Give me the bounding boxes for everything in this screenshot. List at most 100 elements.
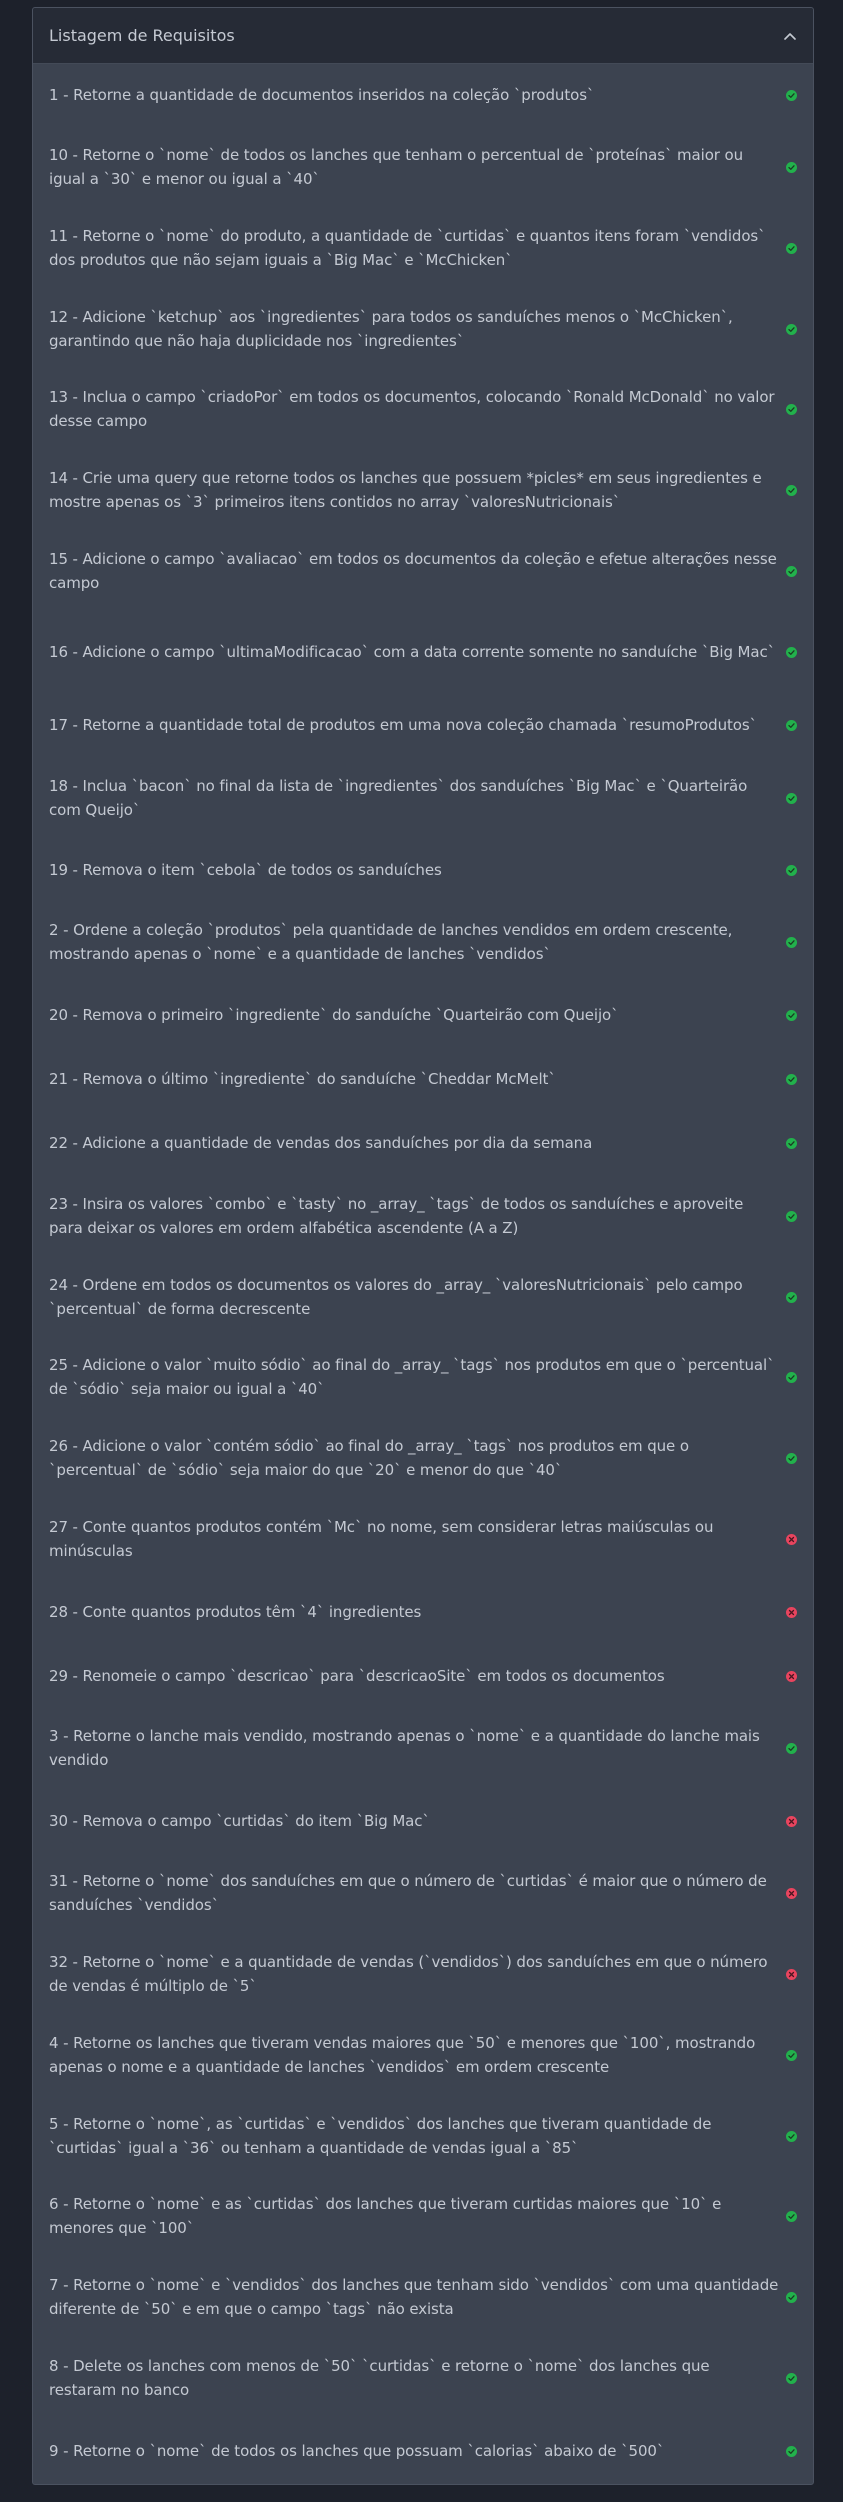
requirement-item: 17 - Retorne a quantidade total de produ…: [33, 705, 813, 745]
requirement-text: 31 - Retorne o `nome` dos sanduíches em …: [49, 1872, 767, 1914]
requirement-item: 12 - Adicione `ketchup` aos `ingrediente…: [33, 298, 813, 360]
check-circle-icon: [786, 403, 797, 415]
check-circle-icon: [786, 1291, 797, 1303]
requirement-item: 4 - Retorne os lanches que tiveram venda…: [33, 2024, 813, 2086]
check-circle-icon: [786, 323, 797, 335]
check-circle-icon: [786, 1371, 797, 1383]
requirement-text: 27 - Conte quantos produtos contém `Mc` …: [49, 1518, 714, 1560]
x-circle-icon: [786, 1670, 797, 1682]
requirement-item: 2 - Ordene a coleção `produtos` pela qua…: [33, 911, 813, 973]
check-circle-icon: [786, 792, 797, 804]
x-circle-icon: [786, 1606, 797, 1618]
requirement-text: 16 - Adicione o campo `ultimaModificacao…: [49, 643, 776, 661]
check-circle-icon: [786, 484, 797, 496]
requirement-item: 23 - Insira os valores `combo` e `tasty`…: [33, 1185, 813, 1247]
requirement-item: 28 - Conte quantos produtos têm `4` ingr…: [33, 1592, 813, 1632]
requirement-text: 5 - Retorne o `nome`, as `curtidas` e `v…: [49, 2115, 712, 2157]
check-circle-icon: [786, 2049, 797, 2061]
requirement-item: 29 - Renomeie o campo `descricao` para `…: [33, 1656, 813, 1696]
requirement-item: 25 - Adicione o valor `muito sódio` ao f…: [33, 1346, 813, 1408]
panel-title: Listagem de Requisitos: [49, 26, 235, 45]
check-circle-icon: [786, 242, 797, 254]
requirement-text: 20 - Remova o primeiro `ingrediente` do …: [49, 1006, 619, 1024]
x-circle-icon: [786, 1533, 797, 1545]
requirement-text: 1 - Retorne a quantidade de documentos i…: [49, 86, 595, 104]
check-circle-icon: [786, 2291, 797, 2303]
chevron-up-icon[interactable]: [783, 29, 797, 43]
check-circle-icon: [786, 2445, 797, 2457]
x-circle-icon: [786, 1815, 797, 1827]
requirement-text: 32 - Retorne o `nome` e a quantidade de …: [49, 1953, 768, 1995]
requirement-item: 19 - Remova o item `cebola` de todos os …: [33, 850, 813, 890]
requirement-text: 23 - Insira os valores `combo` e `tasty`…: [49, 1195, 744, 1237]
requirement-text: 25 - Adicione o valor `muito sódio` ao f…: [49, 1356, 775, 1398]
requirement-text: 19 - Remova o item `cebola` de todos os …: [49, 861, 442, 879]
requirement-text: 9 - Retorne o `nome` de todos os lanches…: [49, 2442, 665, 2460]
requirement-item: 16 - Adicione o campo `ultimaModificacao…: [33, 621, 813, 683]
check-circle-icon: [786, 646, 797, 658]
requirement-item: 22 - Adicione a quantidade de vendas dos…: [33, 1123, 813, 1163]
requirement-item: 18 - Inclua `bacon` no final da lista de…: [33, 767, 813, 829]
requirement-text: 10 - Retorne o `nome` de todos os lanche…: [49, 146, 743, 188]
check-circle-icon: [786, 1137, 797, 1149]
requirement-item: 1 - Retorne a quantidade de documentos i…: [33, 75, 813, 115]
requirement-text: 18 - Inclua `bacon` no final da lista de…: [49, 777, 748, 819]
requirement-text: 6 - Retorne o `nome` e as `curtidas` dos…: [49, 2195, 722, 2237]
requirement-text: 29 - Renomeie o campo `descricao` para `…: [49, 1667, 665, 1685]
requirement-text: 15 - Adicione o campo `avaliacao` em tod…: [49, 550, 777, 592]
requirement-item: 3 - Retorne o lanche mais vendido, mostr…: [33, 1717, 813, 1779]
x-circle-icon: [786, 1887, 797, 1899]
requirement-text: 13 - Inclua o campo `criadoPor` em todos…: [49, 388, 775, 430]
requirements-panel: Listagem de Requisitos 1 - Retorne a qua…: [32, 7, 814, 2485]
requirement-text: 28 - Conte quantos produtos têm `4` ingr…: [49, 1603, 422, 1621]
requirement-item: 13 - Inclua o campo `criadoPor` em todos…: [33, 378, 813, 440]
requirement-text: 4 - Retorne os lanches que tiveram venda…: [49, 2034, 756, 2076]
requirement-item: 20 - Remova o primeiro `ingrediente` do …: [33, 995, 813, 1035]
requirement-text: 17 - Retorne a quantidade total de produ…: [49, 716, 757, 734]
requirement-item: 11 - Retorne o `nome` do produto, a quan…: [33, 217, 813, 279]
x-circle-icon: [786, 1968, 797, 1980]
requirement-text: 30 - Remova o campo `curtidas` do item `…: [49, 1812, 430, 1830]
requirement-item: 14 - Crie uma query que retorne todos os…: [33, 459, 813, 521]
check-circle-icon: [786, 89, 797, 101]
check-circle-icon: [786, 2130, 797, 2142]
requirement-text: 12 - Adicione `ketchup` aos `ingrediente…: [49, 308, 733, 350]
check-circle-icon: [786, 1210, 797, 1222]
requirement-item: 15 - Adicione o campo `avaliacao` em tod…: [33, 540, 813, 602]
requirement-item: 9 - Retorne o `nome` de todos os lanches…: [33, 2431, 813, 2471]
requirement-text: 21 - Remova o último `ingrediente` do sa…: [49, 1070, 556, 1088]
requirement-text: 11 - Retorne o `nome` do produto, a quan…: [49, 227, 766, 269]
requirement-item: 5 - Retorne o `nome`, as `curtidas` e `v…: [33, 2105, 813, 2167]
requirement-text: 26 - Adicione o valor `contém sódio` ao …: [49, 1437, 689, 1479]
requirement-item: 21 - Remova o último `ingrediente` do sa…: [33, 1059, 813, 1099]
requirement-item: 10 - Retorne o `nome` de todos os lanche…: [33, 136, 813, 198]
check-circle-icon: [786, 565, 797, 577]
check-circle-icon: [786, 1009, 797, 1021]
requirement-item: 32 - Retorne o `nome` e a quantidade de …: [33, 1943, 813, 2005]
check-circle-icon: [786, 719, 797, 731]
requirement-item: 7 - Retorne o `nome` e `vendidos` dos la…: [33, 2266, 813, 2328]
requirement-text: 24 - Ordene em todos os documentos os va…: [49, 1276, 743, 1318]
requirement-text: 3 - Retorne o lanche mais vendido, mostr…: [49, 1727, 760, 1769]
requirement-item: 24 - Ordene em todos os documentos os va…: [33, 1266, 813, 1328]
check-circle-icon: [786, 864, 797, 876]
requirement-text: 14 - Crie uma query que retorne todos os…: [49, 469, 762, 511]
requirement-text: 22 - Adicione a quantidade de vendas dos…: [49, 1134, 593, 1152]
check-circle-icon: [786, 936, 797, 948]
requirement-item: 27 - Conte quantos produtos contém `Mc` …: [33, 1508, 813, 1570]
requirement-text: 2 - Ordene a coleção `produtos` pela qua…: [49, 921, 733, 963]
check-circle-icon: [786, 161, 797, 173]
requirement-text: 7 - Retorne o `nome` e `vendidos` dos la…: [49, 2276, 779, 2318]
check-circle-icon: [786, 1073, 797, 1085]
requirement-item: 30 - Remova o campo `curtidas` do item `…: [33, 1801, 813, 1841]
requirement-item: 6 - Retorne o `nome` e as `curtidas` dos…: [33, 2185, 813, 2247]
check-circle-icon: [786, 1742, 797, 1754]
requirement-item: 31 - Retorne o `nome` dos sanduíches em …: [33, 1862, 813, 1924]
check-circle-icon: [786, 2210, 797, 2222]
check-circle-icon: [786, 2372, 797, 2384]
panel-header[interactable]: Listagem de Requisitos: [33, 8, 813, 64]
requirement-item: 26 - Adicione o valor `contém sódio` ao …: [33, 1427, 813, 1489]
requirement-item: 8 - Delete os lanches com menos de `50` …: [33, 2347, 813, 2409]
requirement-text: 8 - Delete os lanches com menos de `50` …: [49, 2357, 710, 2399]
check-circle-icon: [786, 1452, 797, 1464]
